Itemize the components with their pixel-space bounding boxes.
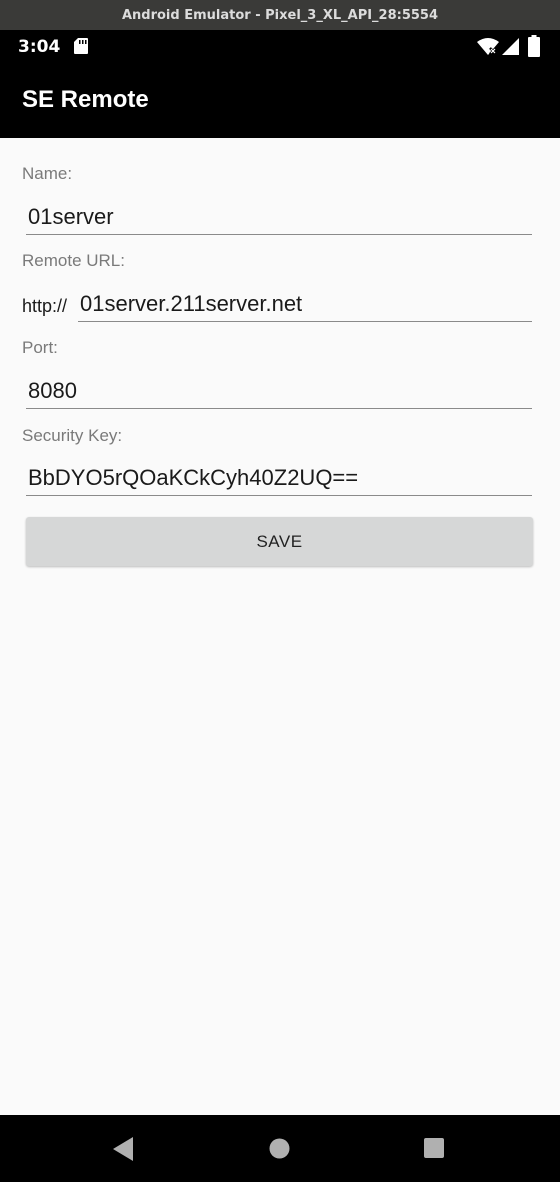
save-button[interactable]: SAVE xyxy=(26,517,533,566)
port-label: Port: xyxy=(22,338,58,357)
name-label: Name: xyxy=(22,164,73,183)
status-bar: 3:04 xyxy=(0,30,560,64)
sd-card-icon xyxy=(74,38,88,54)
home-icon[interactable] xyxy=(269,1138,290,1159)
security-key-label: Security Key: xyxy=(22,426,123,445)
remote-url-label: Remote URL: xyxy=(22,251,125,270)
navigation-bar xyxy=(0,1115,560,1182)
wifi-icon xyxy=(477,38,499,55)
url-prefix: http:// xyxy=(22,296,68,316)
settings-form: Name: 01server Remote URL: http:// 01ser… xyxy=(0,138,560,1115)
app-bar: SE Remote xyxy=(0,64,560,138)
recents-icon[interactable] xyxy=(424,1138,444,1158)
remote-url-field[interactable]: 01server.211server.net xyxy=(78,286,532,322)
back-icon[interactable] xyxy=(113,1137,135,1161)
status-time: 3:04 xyxy=(18,37,61,57)
emulator-window-title: Android Emulator - Pixel_3_XL_API_28:555… xyxy=(0,0,560,30)
name-field[interactable]: 01server xyxy=(26,199,532,235)
security-key-field[interactable]: BbDYO5rQOaKCkCyh40Z2UQ== xyxy=(26,460,532,496)
port-field[interactable]: 8080 xyxy=(26,373,532,409)
cell-signal-icon xyxy=(502,38,519,55)
battery-icon xyxy=(528,35,540,57)
app-title: SE Remote xyxy=(22,86,149,113)
